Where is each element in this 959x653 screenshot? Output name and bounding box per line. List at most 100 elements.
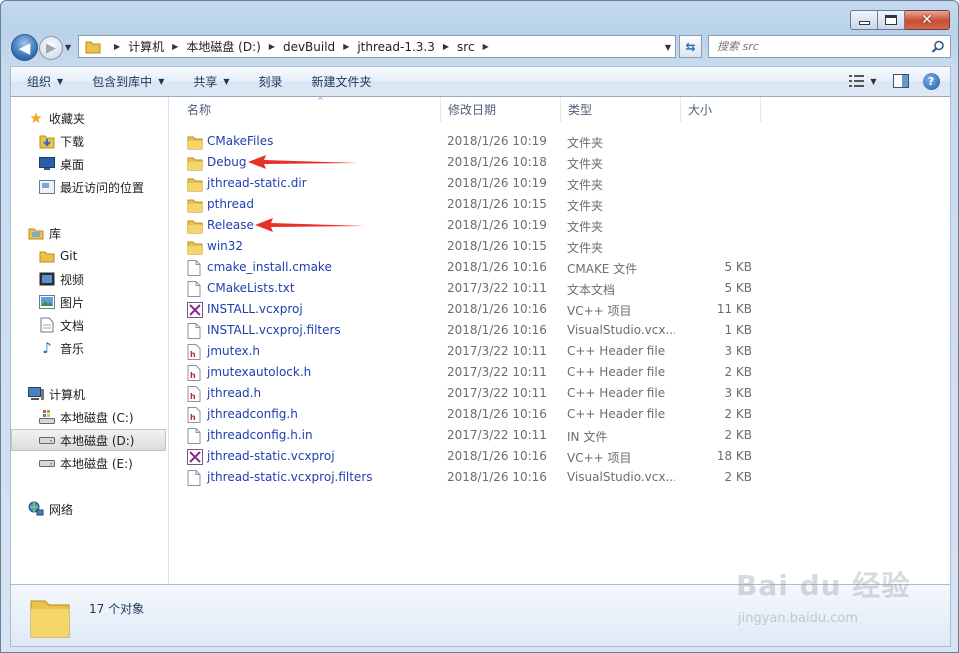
- include-in-library-button[interactable]: 包含到库中 ▼: [76, 67, 177, 96]
- file-row[interactable]: win32 2018/1/26 10:15 文件夹: [180, 236, 760, 257]
- burn-button[interactable]: 刻录: [243, 67, 296, 96]
- column-header-type[interactable]: 类型: [561, 97, 681, 122]
- file-row[interactable]: pthread 2018/1/26 10:15 文件夹: [180, 194, 760, 215]
- file-size: 2 KB: [724, 365, 752, 379]
- file-name[interactable]: jthread-static.vcxproj: [207, 449, 335, 463]
- address-dropdown-icon[interactable]: ▼: [665, 43, 671, 52]
- sidebar-item-drive-e[interactable]: 本地磁盘 (E:): [39, 452, 133, 474]
- folder-icon: [187, 218, 203, 234]
- file-type: 文件夹: [567, 178, 604, 192]
- sidebar-item-git[interactable]: Git: [39, 245, 77, 267]
- file-type: CMAKE 文件: [567, 262, 638, 276]
- file-name[interactable]: INSTALL.vcxproj: [207, 302, 303, 316]
- maximize-button[interactable]: [878, 10, 905, 30]
- file-name[interactable]: jthread-static.dir: [207, 176, 307, 190]
- file-row[interactable]: CMakeLists.txt 2017/3/22 10:11 文本文档 5 KB: [180, 278, 760, 299]
- file-row[interactable]: CMakeFiles 2018/1/26 10:19 文件夹: [180, 131, 760, 152]
- help-button[interactable]: ?: [922, 72, 940, 90]
- back-button[interactable]: ◀: [11, 34, 38, 61]
- sidebar-item-downloads[interactable]: 下载: [39, 130, 84, 152]
- file-date: 2018/1/26 10:16: [447, 470, 547, 484]
- file-row[interactable]: h jthreadconfig.h 2018/1/26 10:16 C++ Heade…: [180, 404, 760, 425]
- file-name[interactable]: CMakeFiles: [207, 134, 273, 148]
- sidebar-item-pictures[interactable]: 图片: [39, 291, 84, 313]
- file-row[interactable]: INSTALL.vcxproj.filters 2018/1/26 10:16 Vi…: [180, 320, 760, 341]
- new-folder-button[interactable]: 新建文件夹: [296, 67, 385, 96]
- sidebar-network[interactable]: 网络: [28, 498, 73, 520]
- sidebar-item-drive-c[interactable]: 本地磁盘 (C:): [39, 406, 134, 428]
- breadcrumb-separator-icon[interactable]: ▶: [343, 42, 349, 51]
- share-button[interactable]: 共享 ▼: [177, 67, 242, 96]
- file-row[interactable]: h jmutexautolock.h 2017/3/22 10:11 C++ Head…: [180, 362, 760, 383]
- close-button[interactable]: ✕: [905, 10, 950, 30]
- preview-pane-button[interactable]: [892, 72, 910, 90]
- column-header-name[interactable]: ^ 名称: [180, 96, 441, 122]
- search-icon[interactable]: [931, 40, 945, 54]
- breadcrumb-separator-icon[interactable]: ▶: [443, 42, 449, 51]
- file-name[interactable]: jthreadconfig.h: [207, 407, 298, 421]
- file-row[interactable]: h jthread.h 2017/3/22 10:11 C++ Header file…: [180, 383, 760, 404]
- view-options-button[interactable]: ▼: [846, 72, 880, 90]
- file-row[interactable]: h jmutex.h 2017/3/22 10:11 C++ Header file 3…: [180, 341, 760, 362]
- breadcrumb-separator-icon[interactable]: ▶: [269, 42, 275, 51]
- address-bar[interactable]: ▶ 计算机 ▶ 本地磁盘 (D:) ▶ devBuild ▶ jthread-1…: [78, 35, 676, 58]
- file-name[interactable]: Release: [207, 218, 254, 232]
- sidebar-libraries[interactable]: 库: [28, 222, 61, 244]
- breadcrumb-item[interactable]: jthread-1.3.3: [357, 40, 435, 54]
- file-name[interactable]: jthread-static.vcxproj.filters: [207, 470, 373, 484]
- file-name[interactable]: pthread: [207, 197, 254, 211]
- breadcrumb-item[interactable]: 本地磁盘 (D:): [186, 38, 260, 55]
- file-size: 11 KB: [716, 302, 752, 316]
- file-row[interactable]: INSTALL.vcxproj 2018/1/26 10:16 VC++ 项目 11 …: [180, 299, 760, 320]
- sidebar-label: 库: [49, 226, 62, 241]
- organize-button[interactable]: 组织 ▼: [11, 67, 76, 96]
- breadcrumb-separator-icon[interactable]: ▶: [483, 42, 489, 51]
- minimize-button[interactable]: [850, 10, 878, 30]
- breadcrumb-item[interactable]: src: [457, 40, 475, 54]
- file-type: 文件夹: [567, 136, 604, 150]
- file-name[interactable]: jthreadconfig.h.in: [207, 428, 313, 442]
- drive-icon: [39, 455, 55, 471]
- recent-places-icon: [39, 179, 55, 195]
- column-header-size[interactable]: 大小: [681, 97, 761, 122]
- file-name[interactable]: CMakeLists.txt: [207, 281, 295, 295]
- file-row[interactable]: jthread-static.dir 2018/1/26 10:19 文件夹: [180, 173, 760, 194]
- file-row[interactable]: jthread-static.vcxproj.filters 2018/1/26 …: [180, 467, 760, 488]
- column-header-date[interactable]: 修改日期: [441, 97, 561, 122]
- file-name[interactable]: INSTALL.vcxproj.filters: [207, 323, 341, 337]
- file-name[interactable]: jthread.h: [207, 386, 261, 400]
- file-size: 2 KB: [724, 407, 752, 421]
- sidebar-favorites[interactable]: ★ 收藏夹: [28, 107, 85, 129]
- file-name[interactable]: jmutexautolock.h: [207, 365, 311, 379]
- file-name[interactable]: win32: [207, 239, 243, 253]
- maximize-icon: [885, 15, 897, 25]
- file-row[interactable]: cmake_install.cmake 2018/1/26 10:16 CMAKE …: [180, 257, 760, 278]
- sidebar-item-drive-d[interactable]: 本地磁盘 (D:): [11, 429, 166, 451]
- file-name[interactable]: cmake_install.cmake: [207, 260, 332, 274]
- chevron-down-icon: ▼: [57, 77, 64, 86]
- sidebar-item-desktop[interactable]: 桌面: [39, 153, 84, 175]
- header-icon: h: [187, 365, 203, 381]
- file-row[interactable]: jthread-static.vcxproj 2018/1/26 10:16 VC+…: [180, 446, 760, 467]
- sidebar-item-videos[interactable]: 视频: [39, 268, 84, 290]
- file-size: 3 KB: [724, 386, 752, 400]
- breadcrumb-separator-icon[interactable]: ▶: [172, 42, 178, 51]
- file-size: 2 KB: [724, 428, 752, 442]
- sidebar-item-music[interactable]: ♪ 音乐: [39, 337, 84, 359]
- new-folder-label: 新建文件夹: [311, 75, 372, 89]
- file-name[interactable]: jmutex.h: [207, 344, 260, 358]
- file-date: 2017/3/22 10:11: [447, 428, 547, 442]
- search-input[interactable]: [717, 40, 917, 53]
- sidebar-computer[interactable]: 计算机: [28, 383, 85, 405]
- forward-button[interactable]: ▶: [39, 36, 63, 60]
- refresh-button[interactable]: ⇆: [679, 35, 702, 58]
- breadcrumb-item[interactable]: devBuild: [283, 40, 335, 54]
- file-name[interactable]: Debug: [207, 155, 246, 169]
- file-row[interactable]: jthreadconfig.h.in 2017/3/22 10:11 IN 文件 2 …: [180, 425, 760, 446]
- recent-pages-dropdown[interactable]: ▼: [65, 43, 71, 52]
- breadcrumb-separator-icon[interactable]: ▶: [114, 42, 120, 51]
- search-box[interactable]: [708, 35, 951, 58]
- breadcrumb-item[interactable]: 计算机: [128, 38, 164, 55]
- sidebar-item-documents[interactable]: 文档: [39, 314, 84, 336]
- sidebar-item-recent-places[interactable]: 最近访问的位置: [39, 176, 144, 198]
